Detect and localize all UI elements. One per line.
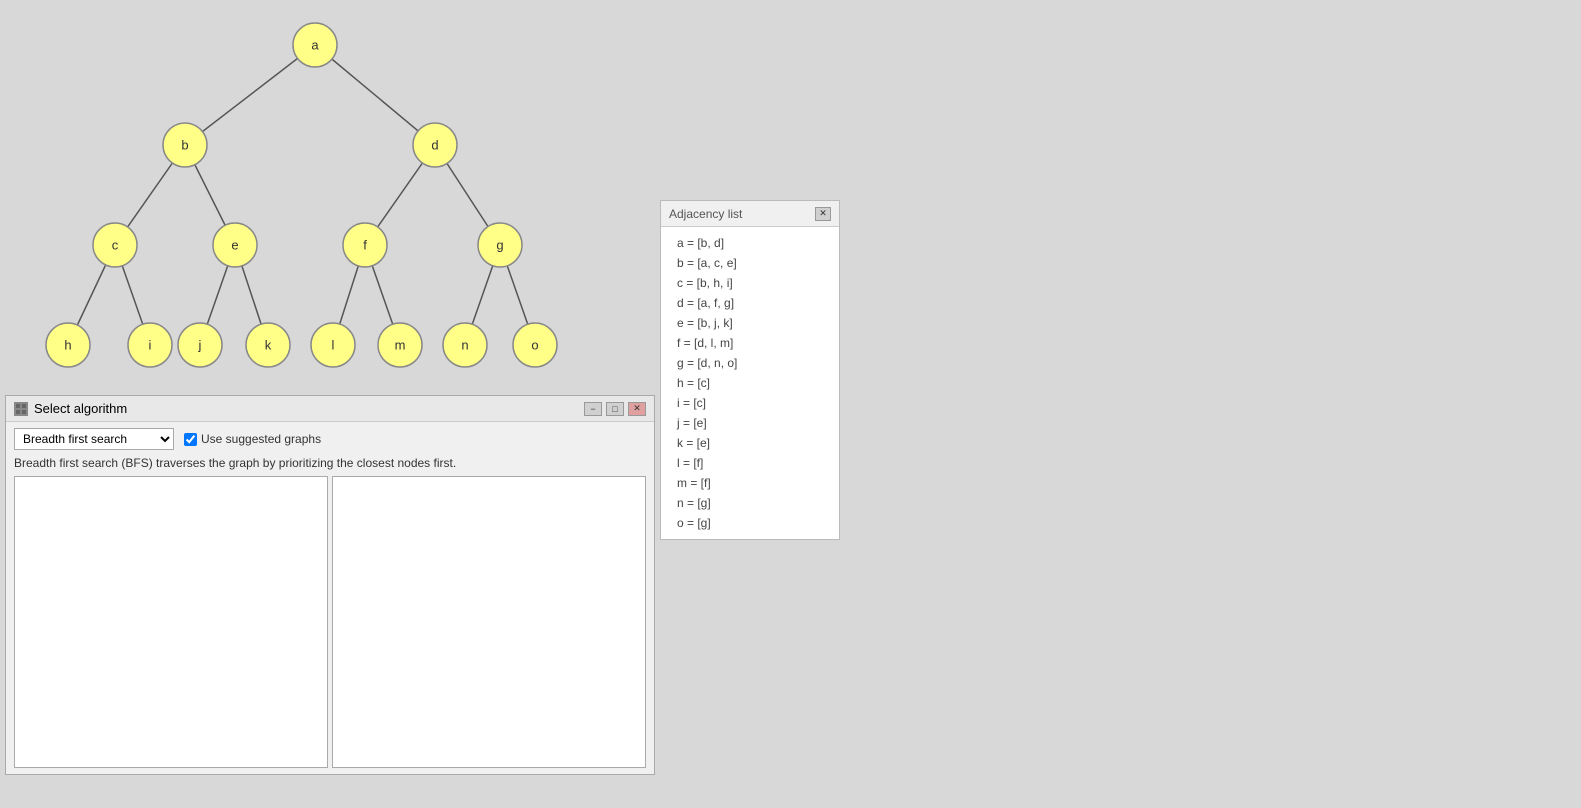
adj-list-item: i = [c] [661,393,839,413]
adj-list-item: b = [a, c, e] [661,253,839,273]
tree-node-e[interactable]: e [213,223,257,267]
tree-node-b[interactable]: b [163,123,207,167]
svg-text:j: j [198,338,202,353]
algorithm-description: Breadth first search (BFS) traverses the… [14,456,646,470]
svg-text:h: h [64,338,71,353]
adj-list-item: j = [e] [661,413,839,433]
svg-text:m: m [395,338,406,353]
svg-text:g: g [496,238,503,253]
tree-node-m[interactable]: m [378,323,422,367]
tree-node-h[interactable]: h [46,323,90,367]
adjacency-list-panel: Adjacency list ✕ a = [b, d]b = [a, c, e]… [660,200,840,540]
algorithm-title-icon [14,402,28,416]
adjacency-panel-titlebar: Adjacency list ✕ [661,201,839,227]
adj-list-item: m = [f] [661,473,839,493]
maximize-button[interactable]: □ [606,402,624,416]
algorithm-panels [14,476,646,768]
use-suggested-label: Use suggested graphs [184,432,321,446]
use-suggested-checkbox[interactable] [184,433,197,446]
adj-list-item: e = [b, j, k] [661,313,839,333]
tree-node-f[interactable]: f [343,223,387,267]
adj-list-item: a = [b, d] [661,233,839,253]
tree-node-i[interactable]: i [128,323,172,367]
adjacency-close-button[interactable]: ✕ [815,207,831,221]
adj-list-item: c = [b, h, i] [661,273,839,293]
svg-text:a: a [311,38,319,53]
algorithm-dropdown[interactable]: Breadth first searchDepth first searchDi… [14,428,174,450]
algorithm-dialog-title-left: Select algorithm [14,401,127,416]
svg-text:n: n [461,338,468,353]
svg-text:b: b [181,138,188,153]
adj-list-item: k = [e] [661,433,839,453]
tree-node-o[interactable]: o [513,323,557,367]
adj-list-item: h = [c] [661,373,839,393]
tree-node-a[interactable]: a [293,23,337,67]
adj-list-item: d = [a, f, g] [661,293,839,313]
adj-list-item: g = [d, n, o] [661,353,839,373]
algorithm-dialog-title: Select algorithm [34,401,127,416]
algorithm-selection-row: Breadth first searchDepth first searchDi… [14,428,646,450]
adj-list-item: o = [g] [661,513,839,533]
algorithm-dialog-controls: − □ ✕ [584,402,646,416]
tree-node-k[interactable]: k [246,323,290,367]
svg-text:i: i [149,338,152,353]
tree-node-g[interactable]: g [478,223,522,267]
svg-text:d: d [431,138,438,153]
svg-text:c: c [112,238,119,253]
adj-list-item: l = [f] [661,453,839,473]
svg-text:o: o [531,338,538,353]
svg-text:k: k [265,338,272,353]
tree-node-n[interactable]: n [443,323,487,367]
tree-node-d[interactable]: d [413,123,457,167]
close-button[interactable]: ✕ [628,402,646,416]
edge-a-d [315,45,435,145]
adj-list-item: f = [d, l, m] [661,333,839,353]
tree-node-c[interactable]: c [93,223,137,267]
svg-text:l: l [332,338,335,353]
tree-node-j[interactable]: j [178,323,222,367]
algorithm-panel-right [332,476,646,768]
tree-node-l[interactable]: l [311,323,355,367]
svg-text:f: f [363,238,367,253]
algorithm-panel-left [14,476,328,768]
algorithm-dialog: Select algorithm − □ ✕ Breadth first sea… [5,395,655,775]
tree-visualization: a b d c e f g h i j k l m n o [0,0,660,400]
edge-a-b [185,45,315,145]
adj-list-item: n = [g] [661,493,839,513]
svg-text:e: e [231,238,238,253]
adjacency-panel-title: Adjacency list [669,207,742,221]
algorithm-dialog-body: Breadth first searchDepth first searchDi… [6,422,654,774]
algorithm-dialog-titlebar: Select algorithm − □ ✕ [6,396,654,422]
minimize-button[interactable]: − [584,402,602,416]
use-suggested-text: Use suggested graphs [201,432,321,446]
adjacency-list: a = [b, d]b = [a, c, e]c = [b, h, i]d = … [661,227,839,539]
